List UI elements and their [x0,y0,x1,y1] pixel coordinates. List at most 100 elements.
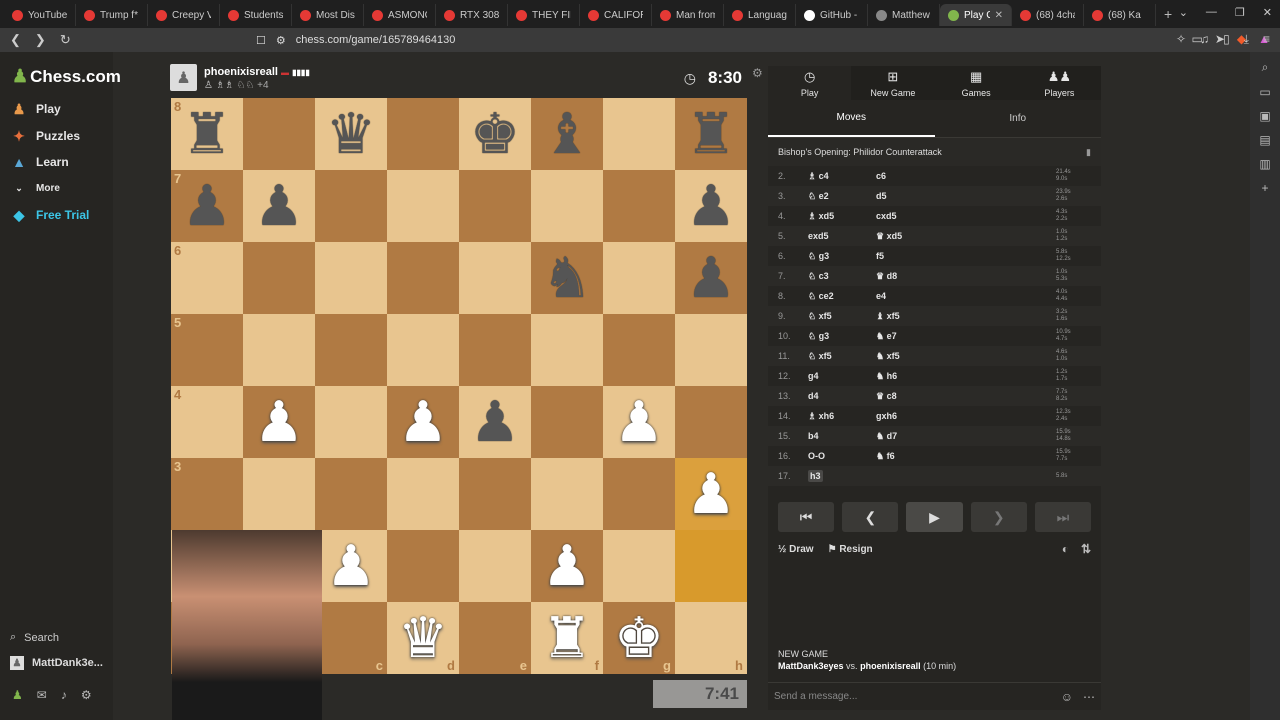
side-add-icon[interactable]: + [1261,181,1268,195]
square-c8[interactable]: ♛ [315,98,387,170]
square-e5[interactable] [459,314,531,386]
opening-name[interactable]: Bishop's Opening: Philidor Counterattack [778,147,942,157]
settings-icon[interactable]: ⚙ [81,688,92,702]
square-g7[interactable] [603,170,675,242]
close-window-icon[interactable]: ✕ [1263,6,1272,19]
square-h1[interactable]: h [675,602,747,674]
new-tab-icon[interactable]: + [1164,6,1172,22]
black-move[interactable]: ♞ e7 [876,331,1056,342]
square-g8[interactable] [603,98,675,170]
square-c1[interactable]: c [315,602,387,674]
white-move[interactable]: ♘ g3 [808,251,829,261]
square-e4[interactable]: ♟ [459,386,531,458]
browser-tab[interactable]: Most Dist [292,4,364,26]
white-king-icon[interactable]: ♚ [614,610,664,666]
tab-players[interactable]: ♟♟ Players [1017,66,1101,100]
white-move[interactable]: d4 [808,391,819,401]
square-d6[interactable] [387,242,459,314]
black-queen-icon[interactable]: ♛ [326,106,376,162]
tab-search-icon[interactable]: ⌄ [1179,6,1188,19]
tab-games[interactable]: ▦ Games [934,66,1018,100]
white-move[interactable]: ♘ xf5 [808,351,832,361]
sidebar-item-play[interactable]: ♟ Play [10,100,61,118]
white-move[interactable]: ♘ xf5 [808,311,832,321]
square-c2[interactable]: ♟ [315,530,387,602]
black-move[interactable]: gxh6 [876,411,1056,421]
square-g3[interactable] [603,458,675,530]
white-move[interactable]: ♘ c3 [808,271,829,281]
sidebar-user[interactable]: ♟ MattDank3e... [10,656,103,670]
black-move[interactable]: cxd5 [876,211,1056,221]
mail-icon[interactable]: ✉ [37,688,47,702]
square-h2[interactable] [675,530,747,602]
square-e6[interactable] [459,242,531,314]
white-move[interactable]: O-O [808,451,825,461]
square-e1[interactable]: e [459,602,531,674]
square-d3[interactable] [387,458,459,530]
square-a5[interactable]: 5 [171,314,243,386]
square-a4[interactable]: 4 [171,386,243,458]
black-move[interactable]: ♞ xf5 [876,351,1056,362]
square-a6[interactable]: 6 [171,242,243,314]
tab-new-game[interactable]: ⊞ New Game [851,66,935,100]
square-g5[interactable] [603,314,675,386]
square-g4[interactable]: ♟ [603,386,675,458]
reload-icon[interactable]: ↻ [60,32,71,48]
subtab-moves[interactable]: Moves [768,100,935,137]
url-field[interactable]: ☐ ⚙ chess.com/game/165789464130 [256,30,1006,50]
square-h5[interactable] [675,314,747,386]
square-f1[interactable]: f ♜ [531,602,603,674]
black-pawn-icon[interactable]: ♟ [470,394,520,450]
square-c7[interactable] [315,170,387,242]
white-move[interactable]: ♗ xd5 [808,211,834,221]
browser-tab[interactable]: Matthew [868,4,940,26]
side-chat-icon[interactable]: ▭ [1259,85,1270,99]
sidebar-item-more[interactable]: ⌄ More [10,179,60,197]
square-d1[interactable]: d ♛ [387,602,459,674]
browser-tab[interactable]: YouTube [4,4,76,26]
more-options-icon[interactable]: ⋯ [1083,690,1095,704]
book-icon[interactable]: ▮ [1086,147,1091,158]
abort-icon[interactable]: ◐ [1062,542,1069,556]
square-e8[interactable]: ♚ [459,98,531,170]
black-move[interactable]: ♛ c8 [876,391,1056,402]
black-move[interactable]: ♞ f6 [876,451,1056,462]
menu-icon[interactable]: ≡ [1263,32,1270,47]
maximize-icon[interactable]: ❐ [1235,6,1245,19]
opponent-name[interactable]: phoenixisreall ▬ ▮▮▮▮ [204,66,310,78]
black-move[interactable]: ♞ h6 [876,371,1056,382]
black-move[interactable]: ♛ d8 [876,271,1056,282]
square-g6[interactable] [603,242,675,314]
browser-tab[interactable]: CALIFORN [580,4,652,26]
black-move[interactable]: ♝ xf5 [876,311,1056,322]
sidebar-search[interactable]: ⌕ Search [10,631,59,644]
white-player-name[interactable]: MattDank3eyes [778,661,844,671]
flip-board-icon[interactable]: ⇅ [1081,542,1091,556]
white-pawn-icon[interactable]: ♟ [254,394,304,450]
black-move[interactable]: ♛ xd5 [876,231,1056,242]
board-settings-icon[interactable]: ⚙ [752,66,763,80]
friends-icon[interactable]: ♟ [12,688,23,702]
tab-play[interactable]: ◷ Play [768,66,852,100]
white-move[interactable]: ♘ e2 [808,191,829,201]
white-move[interactable]: ♘ ce2 [808,291,834,301]
chess-com-logo[interactable]: ♟ Chess.com [12,66,121,87]
black-pawn-icon[interactable]: ♟ [686,178,736,234]
square-f5[interactable] [531,314,603,386]
minimize-icon[interactable]: — [1206,6,1217,19]
square-h8[interactable]: ♜ [675,98,747,170]
square-d2[interactable] [387,530,459,602]
play-moves-button[interactable]: ▶ [906,502,963,532]
white-move[interactable]: h3 [808,470,823,482]
browser-tab[interactable]: RTX 3080 [436,4,508,26]
side-search-icon[interactable]: ⌕ [1262,60,1269,75]
square-h3[interactable]: ♟ [675,458,747,530]
square-e3[interactable] [459,458,531,530]
black-pawn-icon[interactable]: ♟ [254,178,304,234]
square-c3[interactable] [315,458,387,530]
browser-tab[interactable]: THEY FIN [508,4,580,26]
square-d5[interactable] [387,314,459,386]
square-f7[interactable] [531,170,603,242]
media-icon[interactable]: ♫ [1200,32,1209,47]
square-e7[interactable] [459,170,531,242]
